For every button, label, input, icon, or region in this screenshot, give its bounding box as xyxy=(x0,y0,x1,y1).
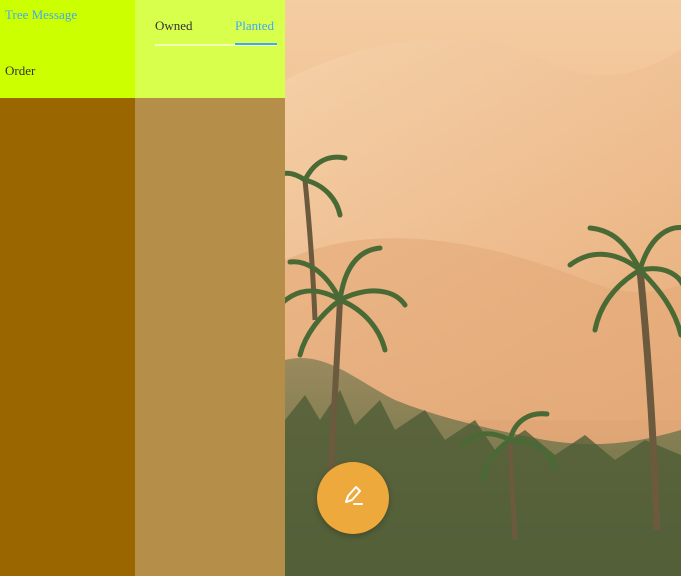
tab-owned[interactable]: Owned xyxy=(155,18,193,34)
tab-panel: Owned Planted xyxy=(135,0,285,576)
side-nav-header: Tree Message Order xyxy=(0,0,135,98)
tab-content xyxy=(135,98,285,576)
tab-bar: Owned Planted xyxy=(135,0,285,98)
edit-pencil-icon xyxy=(340,483,366,514)
side-nav-body xyxy=(0,98,135,576)
tab-planted[interactable]: Planted xyxy=(235,18,274,34)
tab-active-indicator xyxy=(235,43,277,45)
nav-item-tree-message[interactable]: Tree Message xyxy=(5,7,77,23)
side-nav: Tree Message Order xyxy=(0,0,135,576)
nav-item-order[interactable]: Order xyxy=(5,63,35,79)
edit-fab-button[interactable] xyxy=(317,462,389,534)
app-window: Tree Message Order Owned Planted xyxy=(0,0,681,576)
